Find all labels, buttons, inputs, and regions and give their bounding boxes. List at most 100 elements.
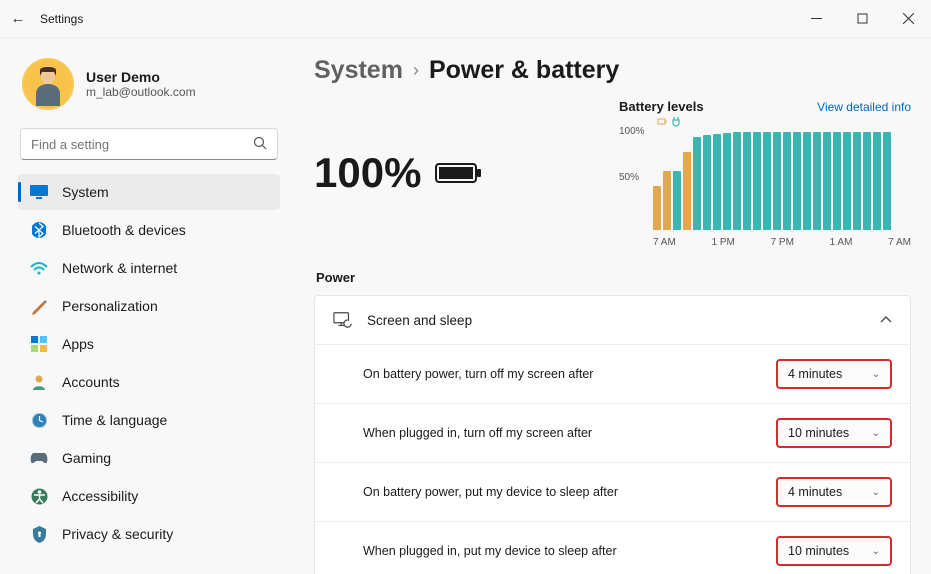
sidebar-item-label: System — [62, 184, 109, 200]
sidebar-item-label: Time & language — [62, 412, 167, 428]
chart-ytick: 50% — [619, 172, 639, 183]
sidebar-item-privacy[interactable]: Privacy & security — [18, 516, 280, 552]
maximize-icon — [857, 13, 868, 24]
sidebar-item-label: Gaming — [62, 450, 111, 466]
chart-detail-link[interactable]: View detailed info — [817, 100, 911, 114]
gaming-icon — [30, 449, 48, 467]
chart-bar — [783, 132, 791, 230]
dropdown-screen-battery[interactable]: 4 minutes ⌄ — [776, 359, 892, 389]
chart-bar — [693, 137, 701, 230]
close-button[interactable] — [885, 0, 931, 38]
chart-bar — [673, 171, 681, 230]
chevron-down-icon: ⌄ — [872, 369, 880, 380]
chevron-down-icon: ⌄ — [872, 546, 880, 557]
maximize-button[interactable] — [839, 0, 885, 38]
user-name: User Demo — [86, 69, 196, 85]
bluetooth-icon — [30, 221, 48, 239]
sidebar-item-bluetooth[interactable]: Bluetooth & devices — [18, 212, 280, 248]
sidebar-item-label: Bluetooth & devices — [62, 222, 186, 238]
system-icon — [30, 183, 48, 201]
sidebar-item-system[interactable]: System — [18, 174, 280, 210]
sidebar-item-label: Apps — [62, 336, 94, 352]
chart-bar — [873, 132, 881, 230]
sidebar: User Demo m_lab@outlook.com System Bluet… — [0, 38, 292, 574]
panel-title: Screen and sleep — [367, 313, 472, 328]
network-icon — [30, 259, 48, 277]
panel-row-sleep-battery: On battery power, put my device to sleep… — [315, 462, 910, 521]
chart-bar — [833, 132, 841, 230]
chevron-down-icon: ⌄ — [872, 487, 880, 498]
back-button[interactable]: ← — [0, 10, 36, 27]
chart-bar — [883, 132, 891, 230]
sidebar-item-label: Personalization — [62, 298, 158, 314]
sidebar-item-label: Privacy & security — [62, 526, 173, 542]
panel-row-screen-battery: On battery power, turn off my screen aft… — [315, 344, 910, 403]
search-input[interactable] — [31, 137, 253, 152]
dropdown-sleep-battery[interactable]: 4 minutes ⌄ — [776, 477, 892, 507]
panel-row-screen-plugged: When plugged in, turn off my screen afte… — [315, 403, 910, 462]
chart-bar — [683, 152, 691, 230]
search-box[interactable] — [20, 128, 278, 160]
chart-bar — [723, 133, 731, 230]
sidebar-item-network[interactable]: Network & internet — [18, 250, 280, 286]
chart-bar — [843, 132, 851, 230]
nav-list: System Bluetooth & devices Network & int… — [14, 172, 284, 574]
chart-bar — [773, 132, 781, 230]
panel-row-sleep-plugged: When plugged in, put my device to sleep … — [315, 521, 910, 574]
sidebar-item-label: Accessibility — [62, 488, 138, 504]
chart-bar — [703, 135, 711, 230]
chart-xtick: 1 PM — [712, 237, 735, 248]
chart-bar — [863, 132, 871, 230]
dropdown-value: 10 minutes — [788, 544, 849, 558]
sidebar-item-gaming[interactable]: Gaming — [18, 440, 280, 476]
screen-sleep-header[interactable]: Screen and sleep — [315, 296, 910, 344]
accounts-icon — [30, 373, 48, 391]
user-email: m_lab@outlook.com — [86, 85, 196, 99]
minimize-icon — [811, 13, 822, 24]
breadcrumb: System › Power & battery — [314, 56, 911, 85]
privacy-icon — [30, 525, 48, 543]
row-label: When plugged in, turn off my screen afte… — [363, 426, 592, 440]
sidebar-item-time[interactable]: Time & language — [18, 402, 280, 438]
dropdown-screen-plugged[interactable]: 10 minutes ⌄ — [776, 418, 892, 448]
chart-xtick: 7 PM — [771, 237, 794, 248]
personalization-icon — [30, 297, 48, 315]
chart-legend — [657, 116, 681, 127]
plug-icon — [672, 116, 681, 127]
chevron-up-icon — [880, 311, 892, 329]
time-icon — [30, 411, 48, 429]
main-content: System › Power & battery 100% Battery le… — [292, 38, 931, 574]
battery-percent: 100% — [314, 149, 421, 197]
sidebar-item-accessibility[interactable]: Accessibility — [18, 478, 280, 514]
row-label: On battery power, put my device to sleep… — [363, 485, 618, 499]
sidebar-item-label: Accounts — [62, 374, 120, 390]
chart-ytick: 100% — [619, 126, 645, 137]
titlebar: ← Settings — [0, 0, 931, 38]
chevron-down-icon: ⌄ — [872, 428, 880, 439]
dropdown-sleep-plugged[interactable]: 10 minutes ⌄ — [776, 536, 892, 566]
chart-xtick: 7 AM — [653, 237, 676, 248]
avatar-icon — [28, 62, 68, 106]
battery-status: 100% — [314, 99, 481, 197]
sidebar-item-personalization[interactable]: Personalization — [18, 288, 280, 324]
minimize-button[interactable] — [793, 0, 839, 38]
row-label: When plugged in, put my device to sleep … — [363, 544, 617, 558]
chevron-right-icon: › — [413, 60, 419, 81]
sidebar-item-accounts[interactable]: Accounts — [18, 364, 280, 400]
battery-small-icon — [657, 116, 668, 127]
sidebar-item-label: Network & internet — [62, 260, 177, 276]
chart-bar — [823, 132, 831, 230]
dropdown-value: 4 minutes — [788, 367, 842, 381]
user-profile[interactable]: User Demo m_lab@outlook.com — [14, 54, 284, 124]
dropdown-value: 10 minutes — [788, 426, 849, 440]
sidebar-item-apps[interactable]: Apps — [18, 326, 280, 362]
chart-bar — [743, 132, 751, 230]
chart-bar — [793, 132, 801, 230]
chart-bar — [753, 132, 761, 230]
screen-sleep-icon — [333, 310, 353, 330]
chart-xtick: 7 AM — [888, 237, 911, 248]
accessibility-icon — [30, 487, 48, 505]
chart-bar — [763, 132, 771, 230]
chart-bar — [663, 171, 671, 230]
breadcrumb-parent[interactable]: System — [314, 56, 403, 85]
